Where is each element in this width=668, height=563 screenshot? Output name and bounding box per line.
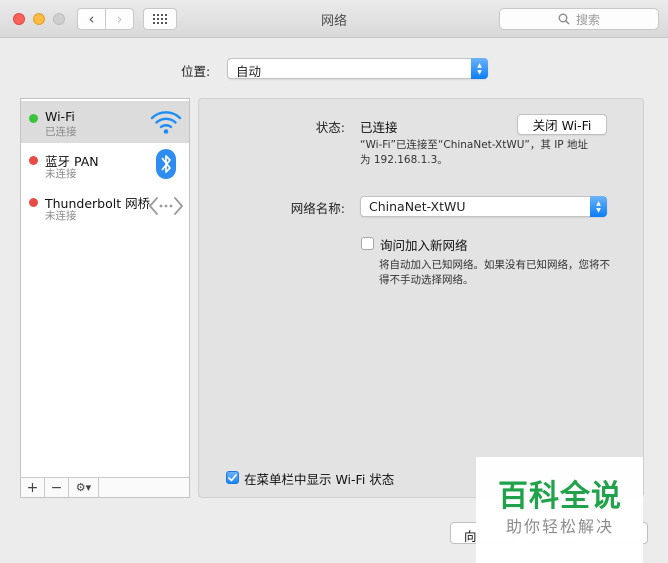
gear-icon: ⚙▾ — [75, 481, 92, 494]
remove-service-button[interactable]: − — [45, 478, 69, 497]
network-name-label: 网络名称: — [290, 201, 345, 216]
plus-icon: + — [26, 479, 39, 496]
updown-arrows-icon: ▲ ▼ — [590, 196, 607, 217]
service-status: 已连接 — [45, 126, 77, 138]
status-label: 状态: — [315, 120, 345, 135]
search-icon — [558, 13, 570, 25]
updown-arrows-icon: ▲ ▼ — [471, 58, 488, 79]
service-item-bluetooth-pan[interactable]: 蓝牙 PAN 未连接 — [21, 143, 189, 185]
ask-join-description-line: 得不手动选择网络。 — [379, 274, 474, 286]
status-dot — [29, 198, 38, 207]
watermark-subtitle: 助你轻松解决 — [506, 517, 615, 536]
wifi-icon — [149, 106, 183, 138]
minus-icon: − — [50, 479, 63, 496]
search-field[interactable]: 搜索 — [499, 8, 659, 30]
service-list-toolbar: + − ⚙▾ — [21, 477, 189, 497]
ask-join-description-line: 将自动加入已知网络。如果没有已知网络，您将不 — [379, 259, 610, 271]
add-service-button[interactable]: + — [21, 478, 45, 497]
service-item-thunderbolt-bridge[interactable]: Thunderbolt 网桥 未连接 — [21, 185, 189, 227]
location-label: 位置: — [181, 64, 211, 79]
title-bar: ‹ › 网络 搜索 — [0, 0, 668, 38]
network-name-value: ChinaNet-XtWU — [369, 199, 466, 214]
watermark-title: 百科全说 — [498, 479, 622, 514]
status-dot — [29, 114, 38, 123]
advanced-button-label: 向 — [464, 529, 477, 544]
show-in-menubar-checkbox[interactable] — [226, 471, 239, 484]
status-description-line: 为 192.168.1.3。 — [360, 154, 448, 166]
service-list: Wi-Fi 已连接 蓝牙 PAN 未连接 Thunderbolt 网桥 未连接 … — [20, 98, 190, 498]
ask-join-description: 将自动加入已知网络。如果没有已知网络，您将不 得不手动选择网络。 — [379, 258, 610, 288]
service-item-wifi[interactable]: Wi-Fi 已连接 — [21, 101, 189, 143]
turn-off-wifi-button[interactable]: 关闭 Wi-Fi — [517, 114, 607, 135]
bluetooth-icon — [149, 148, 183, 180]
ask-join-label: 询问加入新网络 — [380, 238, 468, 253]
ask-join-checkbox[interactable] — [361, 237, 374, 250]
location-popup[interactable]: 自动 ▲ ▼ — [227, 58, 488, 79]
service-name: Wi-Fi — [45, 109, 75, 124]
status-dot — [29, 156, 38, 165]
bridge-arrows-icon — [149, 190, 183, 222]
service-status: 未连接 — [45, 210, 77, 222]
location-value: 自动 — [236, 64, 262, 79]
network-name-popup[interactable]: ChinaNet-XtWU ▲ ▼ — [360, 196, 607, 217]
service-status: 未连接 — [45, 168, 77, 180]
detail-panel: 状态: 已连接 关闭 Wi-Fi “Wi-Fi”已连接至“ChinaNet-Xt… — [198, 98, 644, 498]
status-description-line: “Wi-Fi”已连接至“ChinaNet-XtWU”，其 IP 地址 — [360, 139, 588, 151]
action-menu-button[interactable]: ⚙▾ — [69, 478, 99, 497]
search-placeholder: 搜索 — [575, 12, 600, 27]
status-value: 已连接 — [360, 120, 398, 135]
status-description: “Wi-Fi”已连接至“ChinaNet-XtWU”，其 IP 地址 为 192… — [360, 138, 588, 168]
checkmark-icon — [228, 473, 237, 481]
watermark: 百科全说 助你轻松解决 — [476, 457, 643, 563]
show-in-menubar-label: 在菜单栏中显示 Wi-Fi 状态 — [244, 472, 395, 487]
